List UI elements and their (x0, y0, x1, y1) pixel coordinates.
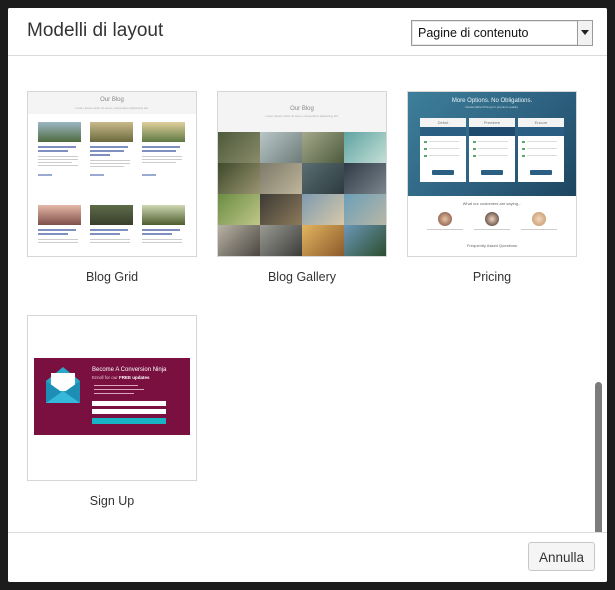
signup-subtitle-strong: FREE updates (119, 375, 150, 380)
gallery-tile (260, 163, 302, 194)
plan-name: Debut (420, 118, 466, 127)
blog-grid-thumbnail[interactable]: Our Blog Lorem ipsum dolor sit amet, con… (27, 91, 197, 257)
pricing-column: Encore (518, 118, 564, 182)
gallery-tile (218, 225, 260, 256)
blog-post-thumb (38, 122, 81, 192)
plan-name: Premiere (469, 118, 515, 127)
blog-post-thumb (90, 122, 133, 192)
templates-grid: Our Blog Lorem ipsum dolor sit amet, con… (8, 56, 607, 575)
gallery-tile (218, 194, 260, 225)
blog-gallery-thumbnail[interactable]: Our Blog Lorem ipsum dolor sit amet, con… (217, 91, 387, 257)
blog-gallery-thumb-subtitle: Lorem ipsum dolor sit amet, consectetur … (265, 114, 339, 118)
chevron-down-icon (581, 30, 589, 35)
signup-banner: Become A Conversion Ninja Enroll for our… (34, 358, 190, 435)
gallery-tile (302, 225, 344, 256)
pricing-hero: More Options. No Obligations. Reasonable… (408, 92, 576, 196)
plan-name: Encore (518, 118, 564, 127)
gallery-tile (344, 163, 386, 194)
select-arrow[interactable] (577, 21, 592, 45)
faq-heading: Frequently Asked Questions (466, 243, 518, 248)
dialog-header: Modelli di layout Pagine di contenuto (8, 8, 607, 56)
gallery-tile (302, 163, 344, 194)
gallery-tile (302, 194, 344, 225)
gallery-tile (260, 132, 302, 163)
gallery-tile (218, 132, 260, 163)
layout-templates-dialog: Modelli di layout Pagine di contenuto Ou… (8, 8, 607, 582)
pricing-column: Debut (420, 118, 466, 182)
blog-grid-thumb-title: Our Blog (100, 97, 124, 103)
dialog-footer: Annulla (8, 532, 607, 582)
gallery-tile (260, 194, 302, 225)
blog-post-thumb (38, 205, 81, 256)
category-select-value: Pagine di contenuto (418, 26, 529, 40)
blog-grid-header: Our Blog Lorem ipsum dolor sit amet, con… (28, 92, 196, 114)
template-label-sign-up[interactable]: Sign Up (27, 494, 197, 508)
dialog-title: Modelli di layout (27, 20, 164, 41)
blog-gallery-thumb-title: Our Blog (290, 106, 314, 112)
blog-post-thumb (142, 205, 185, 256)
gallery-tile (344, 132, 386, 163)
envelope-icon (46, 367, 80, 403)
sign-up-thumbnail[interactable]: Become A Conversion Ninja Enroll for our… (27, 315, 197, 481)
pricing-column: Premiere (469, 118, 515, 182)
gallery-tile (302, 132, 344, 163)
blog-gallery-header: Our Blog Lorem ipsum dolor sit amet, con… (218, 92, 386, 132)
signup-email-field (92, 409, 166, 414)
signup-subtitle-prefix: Enroll for our (92, 375, 118, 380)
signup-submit-button (92, 418, 166, 424)
blog-post-thumb (90, 205, 133, 256)
template-label-blog-grid[interactable]: Blog Grid (27, 270, 197, 284)
gallery-tile (344, 225, 386, 256)
template-label-pricing[interactable]: Pricing (407, 270, 577, 284)
pricing-thumbnail[interactable]: More Options. No Obligations. Reasonable… (407, 91, 577, 257)
template-label-blog-gallery[interactable]: Blog Gallery (217, 270, 387, 284)
avatar (485, 212, 499, 226)
blog-post-thumb (142, 122, 185, 192)
pricing-thumb-subtitle: Reasonable Pricing for premium quality. (465, 105, 519, 109)
category-select[interactable]: Pagine di contenuto (411, 20, 593, 46)
gallery-tile (260, 225, 302, 256)
gallery-tile (344, 194, 386, 225)
signup-subtitle: Enroll for our FREE updates (92, 375, 150, 380)
gallery-tile (218, 163, 260, 194)
blog-grid-thumb-subtitle: Lorem ipsum dolor sit amet, consectetur … (75, 106, 149, 110)
avatar (438, 212, 452, 226)
cancel-button[interactable]: Annulla (528, 542, 595, 571)
signup-name-field (92, 401, 166, 406)
signup-title: Become A Conversion Ninja (92, 367, 167, 373)
pricing-thumb-title: More Options. No Obligations. (451, 98, 533, 104)
testimonials-heading: What our customers are saying... (462, 201, 522, 206)
avatar (532, 212, 546, 226)
